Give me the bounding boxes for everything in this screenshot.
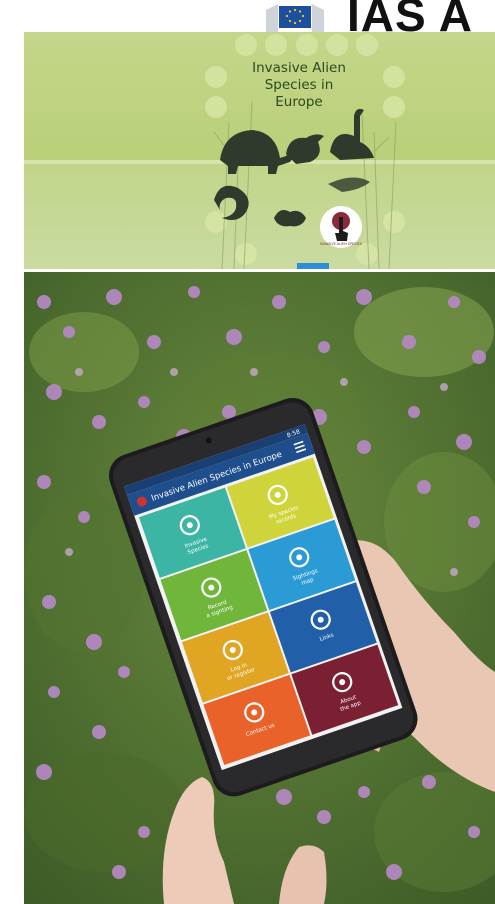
banner-accent-bar [297,263,329,269]
app-photo: 8:58 Invasive Alien Species in Europe In… [24,272,495,904]
banner-title-line1: Invasive Alien [252,60,346,76]
photo-scene: 8:58 Invasive Alien Species in Europe In… [24,272,495,904]
banner-title-line3: Europe [275,94,323,110]
banner-title: Invasive Alien Species in Europe [224,60,374,111]
app-badge-text: INVASIVE ALIEN SPECIES [320,242,362,246]
banner: Invasive Alien Species in Europe [24,32,495,269]
app-badge-icon[interactable]: INVASIVE ALIEN SPECIES [319,205,363,249]
banner-title-line2: Species in [264,77,334,93]
